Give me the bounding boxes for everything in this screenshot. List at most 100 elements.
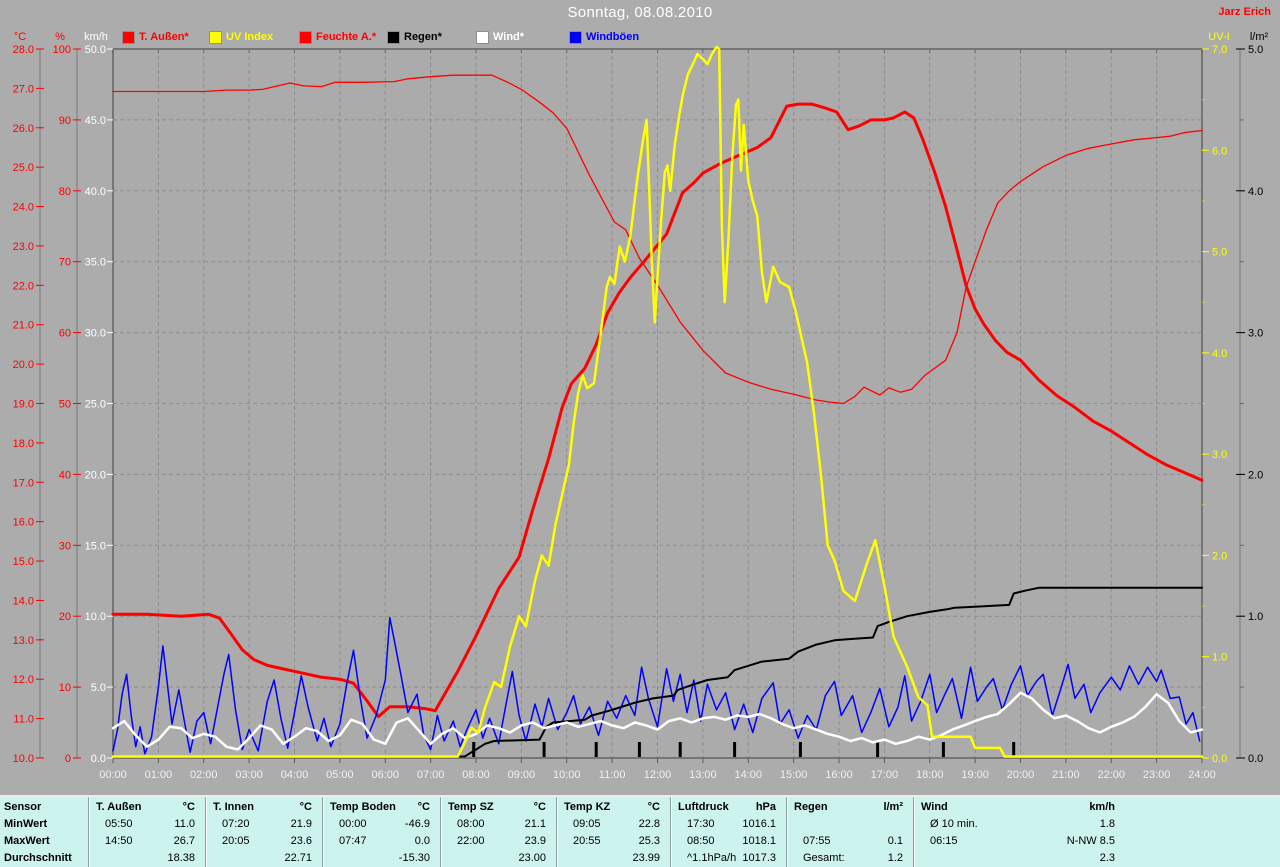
axis-tick-label: 80 [59,186,71,198]
table-row: 07:550.1 [787,833,913,850]
table-cell-value: km/h [1089,799,1115,816]
table-row: LuftdruckhPa [671,799,786,816]
axis-tick-label: 20.0 [13,359,34,371]
table-cell-value: 25.3 [639,833,660,850]
axis-tick-label: 14.0 [13,595,34,607]
table-column-temp-sz: Temp SZ°C08:0021.122:00 23.923.00 [440,797,556,867]
rain-event-marker [595,742,598,757]
table-cell-time: Gesamt: [803,850,845,867]
x-axis-tick-label: 00:00 [99,769,127,781]
axis-tick-label: 0 [65,753,71,765]
x-axis-tick-label: 19:00 [961,769,989,781]
axis-unit-label: % [55,31,65,43]
table-column-regen: Regenl/m²07:550.1Gesamt:1.2 [786,797,913,867]
table-row: T. Außen°C [89,799,205,816]
axis-tick-label: 24.0 [13,202,34,214]
legend-swatch [388,32,399,43]
axis-tick-label: 40.0 [85,186,106,198]
x-axis-tick-label: 07:00 [417,769,445,781]
x-axis-tick-label: 13:00 [689,769,717,781]
axis-tick-label: 26.0 [13,123,34,135]
table-row: 23.99 [557,850,670,867]
axis-tick-label: 90 [59,115,71,127]
table-row: Temp KZ°C [557,799,670,816]
axis-tick-label: 20.0 [85,469,106,481]
table-cell-time: T. Außen [96,799,141,816]
table-cell-value: 1016.1 [742,816,776,833]
table-row: 00:00-46.9 [323,816,440,833]
table-row: 20:0523.6 [206,833,322,850]
table-cell-time: 05:50 [105,816,133,833]
legend-label: UV Index [226,30,273,44]
legend-swatch [300,32,311,43]
table-cell-time: Temp SZ [448,799,494,816]
table-column-luftdruck: LuftdruckhPa17:301016.108:501018.1^1.1hP… [670,797,786,867]
table-cell-value: 1018.1 [742,833,776,850]
station-owner-label: Jarz Erich [1218,6,1271,18]
table-cell-value: 0.1 [888,833,903,850]
x-axis-tick-label: 06:00 [371,769,399,781]
lm2-axis-tick-label: 0.0 [1248,753,1263,765]
axis-tick-label: 13.0 [13,635,34,647]
x-axis-tick-label: 08:00 [462,769,490,781]
axis-tick-label: 50.0 [85,44,106,56]
table-cell-value: hPa [756,799,776,816]
rain-event-marker [1012,742,1015,757]
legend-swatch [477,32,488,43]
lm2-axis-tick-label: 3.0 [1248,328,1263,340]
table-cell-value: 0.0 [415,833,430,850]
table-row: 07:2021.9 [206,816,322,833]
table-row-label: Sensor [0,799,88,816]
x-axis-tick-label: 12:00 [644,769,672,781]
x-axis-tick-label: 10:00 [553,769,581,781]
axis-tick-label: 12.0 [13,674,34,686]
table-cell-value: 23.9 [525,833,546,850]
table-row: 08:0021.1 [441,816,556,833]
x-axis-tick-label: 15:00 [780,769,808,781]
uv-axis-tick-label: 3.0 [1212,449,1227,461]
table-cell-value: 22.8 [639,816,660,833]
table-row: T. Innen°C [206,799,322,816]
table-row: Windkm/h [914,799,1125,816]
table-cell-value: 23.99 [632,850,660,867]
rain-event-marker [876,742,879,757]
table-cell-value: 22.71 [284,850,312,867]
axis-tick-label: 45.0 [85,115,106,127]
x-axis-tick-label: 01:00 [145,769,173,781]
table-row: Temp SZ°C [441,799,556,816]
x-axis-tick-label: 24:00 [1188,769,1216,781]
weather-app-window: 28.027.026.025.024.023.022.021.020.019.0… [0,0,1280,867]
uv-axis-tick-label: 5.0 [1212,247,1227,259]
axis-tick-label: 40 [59,469,71,481]
lm2-axis-tick-label: 4.0 [1248,186,1263,198]
table-cell-time: Ø 10 min. [930,816,978,833]
axis-tick-label: 15.0 [85,540,106,552]
x-axis-tick-label: 21:00 [1052,769,1080,781]
table-column-temp-boden: Temp Boden°C00:00-46.907:470.0-15.30 [322,797,440,867]
table-cell-time: ^1.1hPa/h [687,850,736,867]
table-cell-time: 22:00 [457,833,485,850]
table-cell-value: °C [300,799,312,816]
weather-chart: 28.027.026.025.024.023.022.021.020.019.0… [0,0,1280,795]
table-cell-value: 23.6 [291,833,312,850]
table-row-label: Durchschnitt [0,850,88,867]
axis-tick-label: 10 [59,682,71,694]
rain-event-marker [472,742,475,757]
table-cell-value: °C [648,799,660,816]
axis-tick-label: 17.0 [13,477,34,489]
table-row: 06:15N-NW 8.5 [914,833,1125,850]
table-cell-value: °C [418,799,430,816]
table-row: 22:00 23.9 [441,833,556,850]
table-cell-time: 08:00 [457,816,485,833]
table-row: 17:301016.1 [671,816,786,833]
legend-label: T. Außen* [139,30,189,44]
table-column-t-au-en: T. Außen°C05:5011.014:5026.718.38 [88,797,205,867]
axis-tick-label: 30 [59,540,71,552]
axis-tick-label: 10.0 [13,753,34,765]
uv-axis-tick-label: 7.0 [1212,44,1227,56]
legend-item: Windböen [570,30,639,44]
table-cell-time: 07:47 [339,833,367,850]
table-cell-value: 23.00 [518,850,546,867]
x-axis-tick-label: 03:00 [235,769,263,781]
table-row: 08:501018.1 [671,833,786,850]
